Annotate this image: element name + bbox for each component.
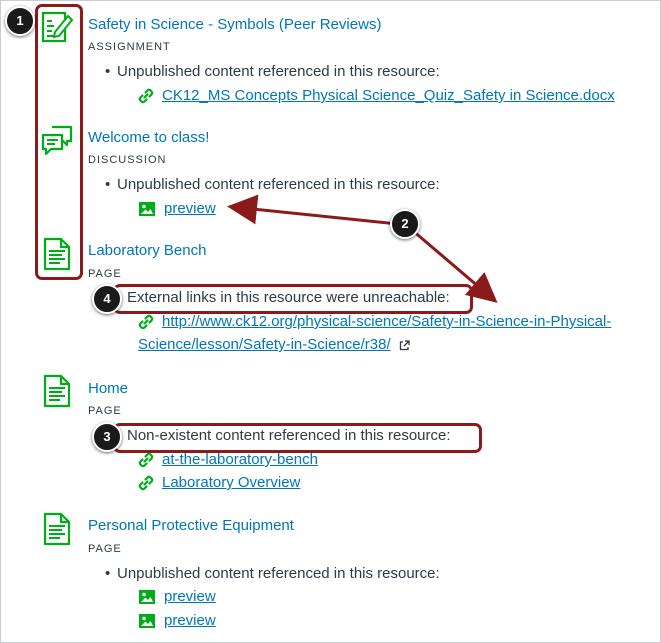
arrow-to-external-link (411, 228, 498, 303)
arrow-to-preview (227, 194, 399, 226)
annotation-arrows (227, 194, 498, 303)
callout-1: 1 (5, 6, 35, 36)
callout-2: 2 (390, 209, 420, 239)
callout-4: 4 (92, 284, 122, 314)
callout-3: 3 (92, 422, 122, 452)
